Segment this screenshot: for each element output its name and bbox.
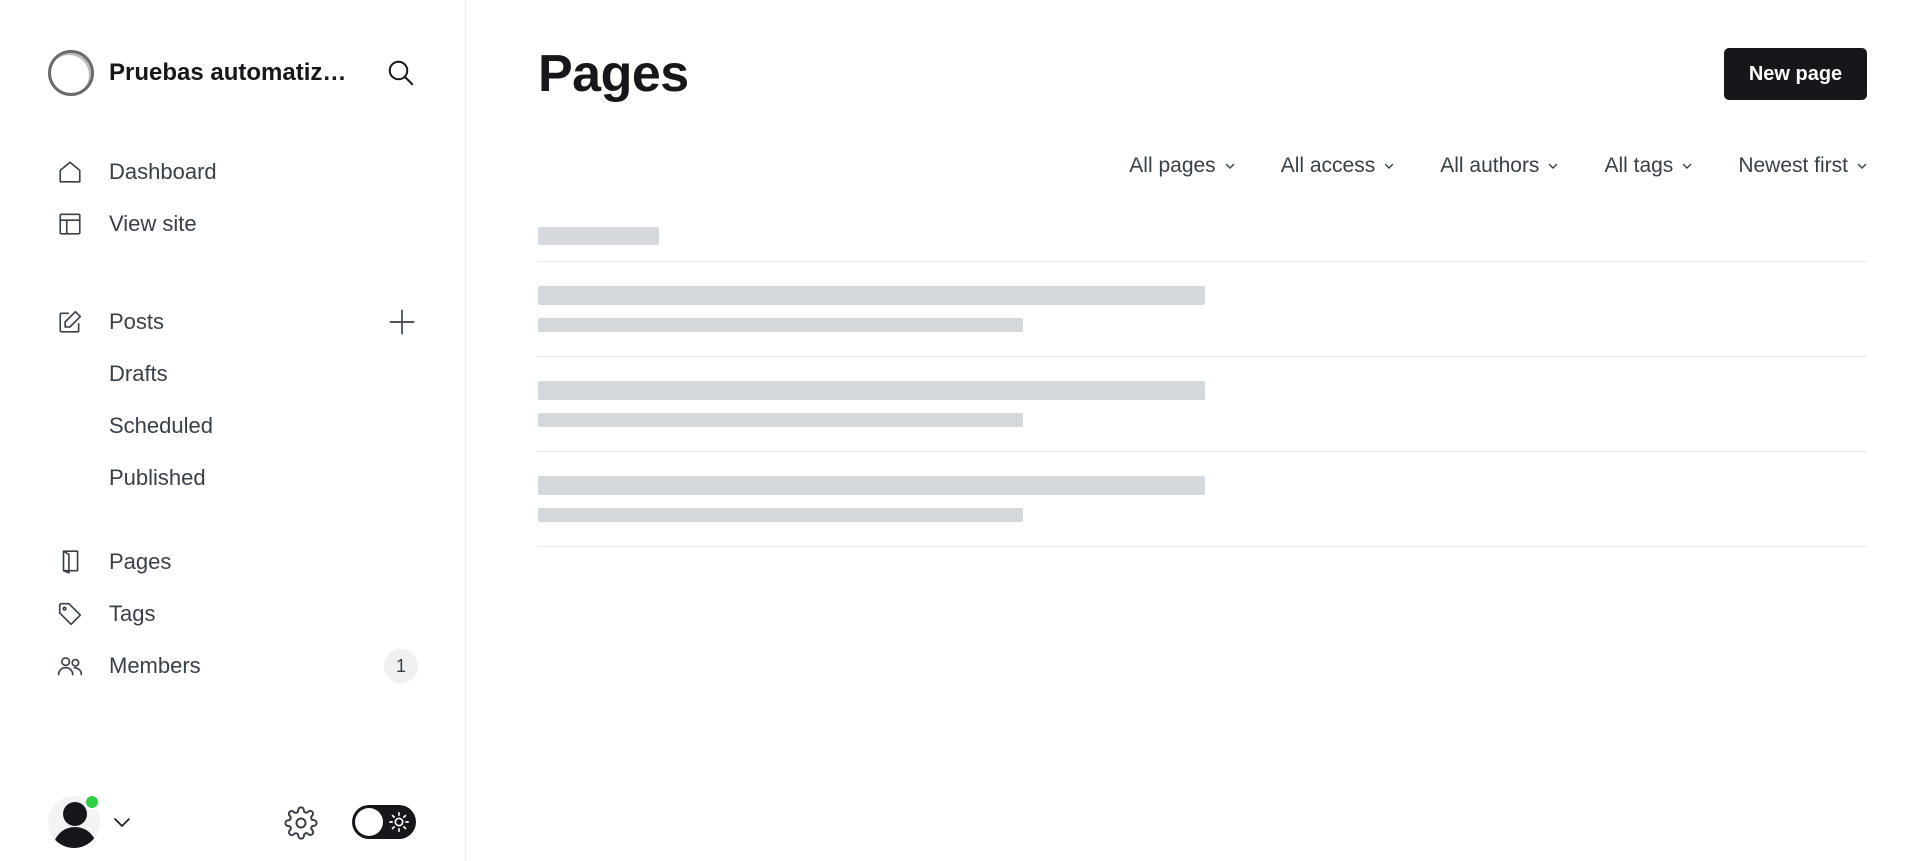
filter-bar: All pages All access All authors All tag… [1084, 154, 1868, 178]
filter-label: All access [1280, 154, 1376, 177]
filter-label: All authors [1440, 154, 1540, 177]
filter-label: Newest first [1738, 154, 1848, 177]
edit-icon [56, 308, 84, 336]
skeleton-bar [538, 286, 1205, 305]
sidebar-item-view-site[interactable]: View site [56, 198, 418, 250]
sidebar-item-label: Tags [109, 601, 156, 626]
filter-authors-dropdown[interactable]: All authors [1440, 154, 1559, 178]
skeleton-bar [538, 413, 1023, 427]
sun-icon [388, 811, 410, 833]
chevron-down-icon [1385, 163, 1394, 169]
sidebar-item-posts[interactable]: Posts [56, 296, 418, 348]
skeleton-bar [538, 318, 1023, 332]
filter-type-dropdown[interactable]: All pages [1129, 154, 1235, 178]
members-count-badge: 1 [384, 649, 418, 683]
skeleton-bar [538, 508, 1023, 522]
filter-tags-dropdown[interactable]: All tags [1604, 154, 1693, 178]
sidebar-item-drafts[interactable]: Drafts [56, 348, 418, 400]
filter-label: All pages [1129, 154, 1216, 177]
sidebar-item-tags[interactable]: Tags [56, 588, 418, 640]
sidebar-item-label: Pages [109, 549, 172, 574]
new-page-button[interactable]: New page [1724, 48, 1867, 100]
search-icon[interactable] [384, 56, 418, 90]
members-icon [56, 652, 84, 680]
sidebar-item-label: Posts [109, 309, 165, 334]
sidebar-item-label: View site [109, 211, 197, 236]
skeleton-bar [538, 227, 659, 245]
plus-icon[interactable] [386, 306, 418, 338]
home-icon [56, 158, 84, 186]
list-header-skeleton [538, 225, 1867, 262]
skeleton-bar [538, 476, 1205, 495]
list-item-skeleton [538, 357, 1867, 452]
list-item-skeleton [538, 452, 1867, 547]
list-item-skeleton [538, 262, 1867, 357]
sidebar-item-label: Members [109, 653, 201, 678]
primary-nav: Dashboard View site [56, 146, 418, 250]
main-content: Pages New page All pages All access All … [466, 0, 1920, 861]
sidebar: Pruebas automatizadas Dashboard View sit… [0, 0, 466, 861]
app: Pruebas automatizadas Dashboard View sit… [0, 0, 1920, 861]
sidebar-item-dashboard[interactable]: Dashboard [56, 146, 418, 198]
page-icon [56, 548, 84, 576]
online-status-dot [84, 794, 100, 810]
chevron-down-icon [1857, 163, 1867, 169]
sidebar-item-pages[interactable]: Pages [56, 536, 418, 588]
theme-toggle[interactable] [352, 805, 416, 839]
filter-access-dropdown[interactable]: All access [1281, 154, 1396, 178]
filter-label: All tags [1604, 154, 1674, 177]
sidebar-footer [48, 794, 418, 848]
sidebar-item-published[interactable]: Published [56, 452, 418, 504]
chevron-down-icon [1225, 163, 1234, 169]
pages-list [538, 225, 1867, 547]
page-title: Pages [538, 45, 689, 103]
sidebar-item-members[interactable]: Members 1 [56, 640, 418, 692]
tag-icon [56, 600, 84, 628]
sort-order-dropdown[interactable]: Newest first [1738, 154, 1868, 178]
chevron-down-icon [1549, 163, 1558, 169]
skeleton-bar [538, 381, 1205, 400]
site-title[interactable]: Pruebas automatizadas [109, 59, 359, 87]
site-header: Pruebas automatizadas [48, 50, 418, 96]
site-logo[interactable] [48, 50, 94, 96]
site-nav: Pages Tags Members 1 [56, 536, 418, 692]
layout-icon [56, 210, 84, 238]
gear-icon[interactable] [284, 806, 318, 840]
content-nav: Posts Drafts Scheduled Published [56, 296, 418, 504]
chevron-down-icon[interactable] [110, 810, 134, 834]
sidebar-item-label: Dashboard [109, 159, 217, 184]
sidebar-item-scheduled[interactable]: Scheduled [56, 400, 418, 452]
toggle-knob [355, 808, 383, 836]
chevron-down-icon [1683, 163, 1692, 169]
